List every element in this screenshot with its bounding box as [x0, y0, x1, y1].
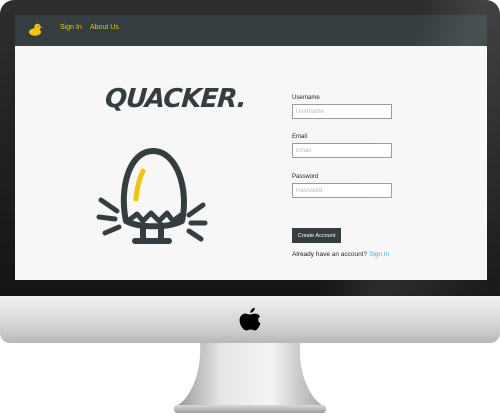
- navbar: Sign In About Us: [15, 15, 487, 46]
- password-input[interactable]: [292, 183, 392, 198]
- nav-sign-in-link[interactable]: Sign In: [60, 24, 82, 31]
- sign-in-link[interactable]: Sign In: [369, 251, 389, 258]
- create-account-button[interactable]: Create Account: [292, 228, 341, 243]
- screen: Sign In About Us QUACKER. Username Usern…: [15, 15, 487, 280]
- username-input[interactable]: [292, 104, 392, 119]
- brand-title: QUACKER.: [103, 84, 247, 114]
- apple-icon: [238, 306, 262, 334]
- monitor-stand: [170, 343, 330, 416]
- duck-icon[interactable]: [28, 21, 44, 37]
- account-prompt-text: Already have an account?: [292, 251, 368, 258]
- imac-mockup: Sign In About Us QUACKER. Username Usern…: [0, 0, 500, 416]
- monitor-bezel: Sign In About Us QUACKER. Username Usern…: [0, 0, 500, 296]
- nav-about-us-link[interactable]: About Us: [90, 24, 119, 31]
- hatching-egg-icon: [81, 145, 226, 265]
- username-label: Username: [292, 95, 320, 101]
- password-label: Password: [292, 174, 319, 180]
- email-input[interactable]: [292, 143, 392, 158]
- email-label: Email: [292, 134, 308, 140]
- account-prompt-row: Already have an account? Sign In: [292, 251, 389, 258]
